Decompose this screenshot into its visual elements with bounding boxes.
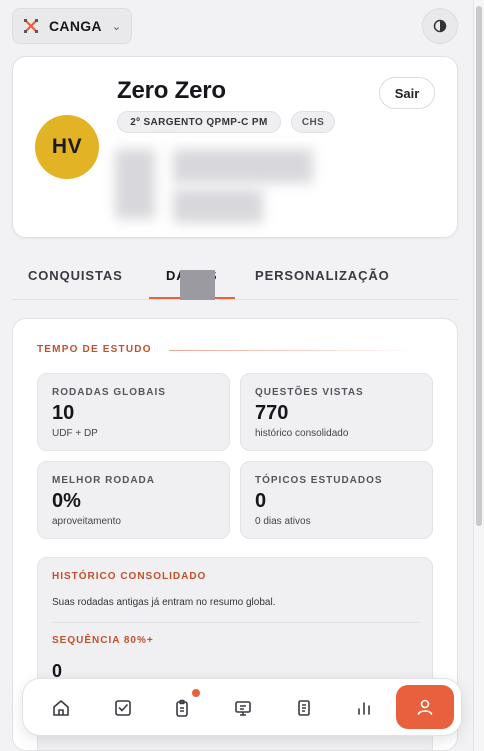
nav-profile[interactable] <box>396 685 454 729</box>
user-icon <box>417 699 433 715</box>
bar-chart-icon <box>358 702 370 715</box>
notification-badge <box>192 689 200 697</box>
nav-home[interactable] <box>39 686 83 730</box>
stat-value: 0 <box>255 490 267 512</box>
stat-sub: 0 dias ativos <box>255 516 311 527</box>
theme-toggle-button[interactable] <box>422 8 458 44</box>
stat-value: 0% <box>52 490 81 512</box>
logout-button[interactable]: Sair <box>379 77 435 109</box>
document-icon <box>298 700 310 716</box>
stat-label: TÓPICOS ESTUDADOS <box>255 475 383 486</box>
stat-label: MELHOR RODADA <box>52 475 155 486</box>
section-divider <box>169 350 419 351</box>
redacted-details <box>115 149 155 219</box>
redacted-details <box>173 189 263 223</box>
tab-achievements[interactable]: CONQUISTAS <box>28 268 123 283</box>
nav-monitor[interactable] <box>221 686 265 730</box>
streak-title: SEQUÊNCIA 80%+ <box>52 635 154 646</box>
stat-card-best-round: MELHOR RODADA 0% aproveitamento <box>37 461 230 539</box>
nav-statistics[interactable] <box>342 686 386 730</box>
profile-card: HV Zero Zero Sair 2º SARGENTO QPMP-C PM … <box>12 56 458 238</box>
history-divider <box>52 622 420 623</box>
top-bar: CANGA ⌄ <box>12 8 458 44</box>
stat-label: RODADAS GLOBAIS <box>52 387 166 398</box>
profile-tabs: CONQUISTAS DADOS PERSONALIZAÇÃO <box>12 260 458 300</box>
tab-overlay <box>180 270 215 300</box>
nav-documents[interactable] <box>282 686 326 730</box>
brand-switcher-button[interactable]: CANGA ⌄ <box>12 8 132 44</box>
unit-badge: CHS <box>291 111 335 133</box>
bottom-navigation <box>22 678 462 736</box>
tab-personalization[interactable]: PERSONALIZAÇÃO <box>255 268 390 283</box>
nav-tasks[interactable] <box>101 686 145 730</box>
chevron-down-icon: ⌄ <box>111 20 122 33</box>
brand-name: CANGA <box>49 18 102 34</box>
section-title: TEMPO DE ESTUDO <box>37 344 152 355</box>
clipboard-icon <box>176 699 188 717</box>
stat-value: 10 <box>52 402 75 424</box>
history-text: Suas rodadas antigas já entram no resumo… <box>52 597 276 608</box>
stat-sub: histórico consolidado <box>255 428 349 439</box>
redacted-details <box>173 149 313 183</box>
monitor-icon <box>235 701 251 716</box>
home-icon <box>53 700 69 716</box>
stat-label: QUESTÕES VISTAS <box>255 387 364 398</box>
page-scrollbar[interactable] <box>473 0 484 751</box>
contrast-icon <box>433 19 447 33</box>
stat-card-topics-studied: TÓPICOS ESTUDADOS 0 0 dias ativos <box>240 461 433 539</box>
stat-sub: aproveitamento <box>52 516 121 527</box>
checkbox-icon <box>115 700 131 716</box>
stat-sub: UDF + DP <box>52 428 98 439</box>
stat-card-global-rounds: RODADAS GLOBAIS 10 UDF + DP <box>37 373 230 451</box>
history-title: HISTÓRICO CONSOLIDADO <box>52 571 207 582</box>
stat-card-questions-seen: QUESTÕES VISTAS 770 histórico consolidad… <box>240 373 433 451</box>
rank-badge: 2º SARGENTO QPMP-C PM <box>117 111 281 133</box>
profile-name: Zero Zero <box>117 77 226 104</box>
avatar: HV <box>35 115 99 179</box>
stat-value: 770 <box>255 402 289 424</box>
scrollbar-thumb[interactable] <box>476 6 482 526</box>
crossed-logo-icon <box>23 18 39 34</box>
